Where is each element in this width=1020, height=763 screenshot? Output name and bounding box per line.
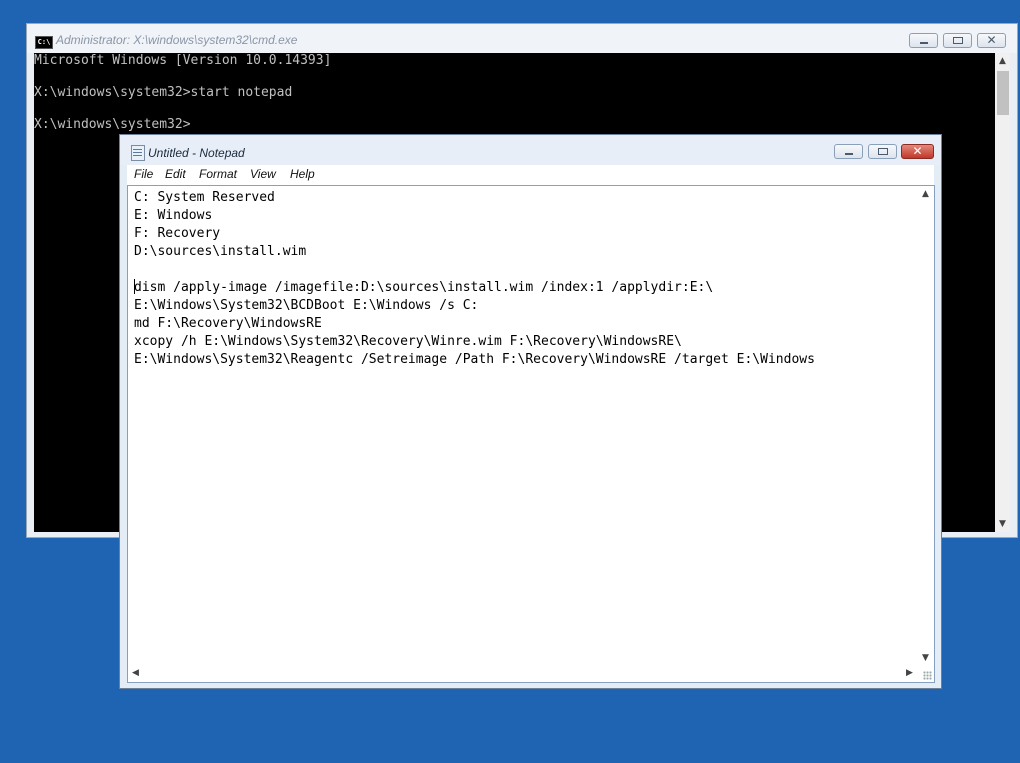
menu-format[interactable]: Format	[199, 167, 237, 181]
notepad-minimize-button[interactable]	[834, 144, 863, 159]
scroll-down-arrow-icon[interactable]: ▼	[995, 516, 1010, 532]
notepad-menubar: File Edit Format View Help	[127, 165, 934, 185]
menu-file[interactable]: File	[134, 167, 153, 181]
text-line: D:\sources\install.wim	[134, 244, 307, 259]
menu-view[interactable]: View	[250, 167, 276, 181]
scroll-down-arrow-icon[interactable]: ▼	[918, 650, 933, 666]
cmd-scroll-thumb[interactable]	[997, 71, 1009, 115]
scroll-left-arrow-icon[interactable]: ◀	[128, 665, 143, 681]
notepad-vertical-scrollbar[interactable]: ▲ ▼	[917, 186, 934, 666]
cmd-minimize-button[interactable]	[909, 33, 938, 48]
notepad-app-icon	[131, 145, 145, 161]
text-line: dism /apply-image /imagefile:D:\sources\…	[134, 280, 714, 295]
cmd-vertical-scrollbar[interactable]: ▲ ▼	[995, 53, 1010, 532]
notepad-close-button[interactable]: ✕	[901, 144, 934, 159]
cmd-app-icon: C:\	[35, 36, 53, 49]
text-line: E:\Windows\System32\Reagentc /Setreimage…	[134, 352, 815, 367]
cmd-titlebar[interactable]: C:\ Administrator: X:\windows\system32\c…	[27, 24, 1017, 53]
cmd-window-title: Administrator: X:\windows\system32\cmd.e…	[56, 33, 298, 47]
notepad-horizontal-scrollbar[interactable]: ◀ ▶	[128, 665, 917, 682]
text-line: md F:\Recovery\WindowsRE	[134, 316, 322, 331]
text-line: E: Windows	[134, 208, 213, 223]
resize-grip-icon[interactable]	[923, 671, 932, 680]
menu-edit[interactable]: Edit	[165, 167, 186, 181]
console-line: X:\windows\system32>start notepad	[34, 85, 293, 100]
resize-corner[interactable]	[917, 665, 934, 682]
cmd-close-button[interactable]: ✕	[977, 33, 1006, 48]
text-line	[134, 261, 815, 279]
scroll-up-arrow-icon[interactable]: ▲	[918, 186, 933, 202]
console-line: Microsoft Windows [Version 10.0.14393]	[34, 53, 332, 68]
notepad-maximize-button[interactable]	[868, 144, 897, 159]
notepad-window-title: Untitled - Notepad	[148, 146, 245, 160]
notepad-text-area[interactable]: C: System Reserved E: Windows F: Recover…	[127, 185, 935, 683]
text-line: F: Recovery	[134, 226, 221, 241]
console-line: X:\windows\system32>	[34, 117, 191, 132]
scroll-up-arrow-icon[interactable]: ▲	[995, 53, 1010, 69]
scroll-right-arrow-icon[interactable]: ▶	[902, 665, 917, 681]
text-line: E:\Windows\System32\BCDBoot E:\Windows /…	[134, 298, 479, 313]
menu-help[interactable]: Help	[290, 167, 315, 181]
text-line: xcopy /h E:\Windows\System32\Recovery\Wi…	[134, 334, 682, 349]
text-caret	[134, 279, 135, 294]
text-line: C: System Reserved	[134, 190, 275, 205]
notepad-window[interactable]: Untitled - Notepad ✕ File Edit Format Vi…	[119, 134, 942, 689]
notepad-titlebar[interactable]: Untitled - Notepad ✕	[120, 135, 941, 165]
cmd-maximize-button[interactable]	[943, 33, 972, 48]
